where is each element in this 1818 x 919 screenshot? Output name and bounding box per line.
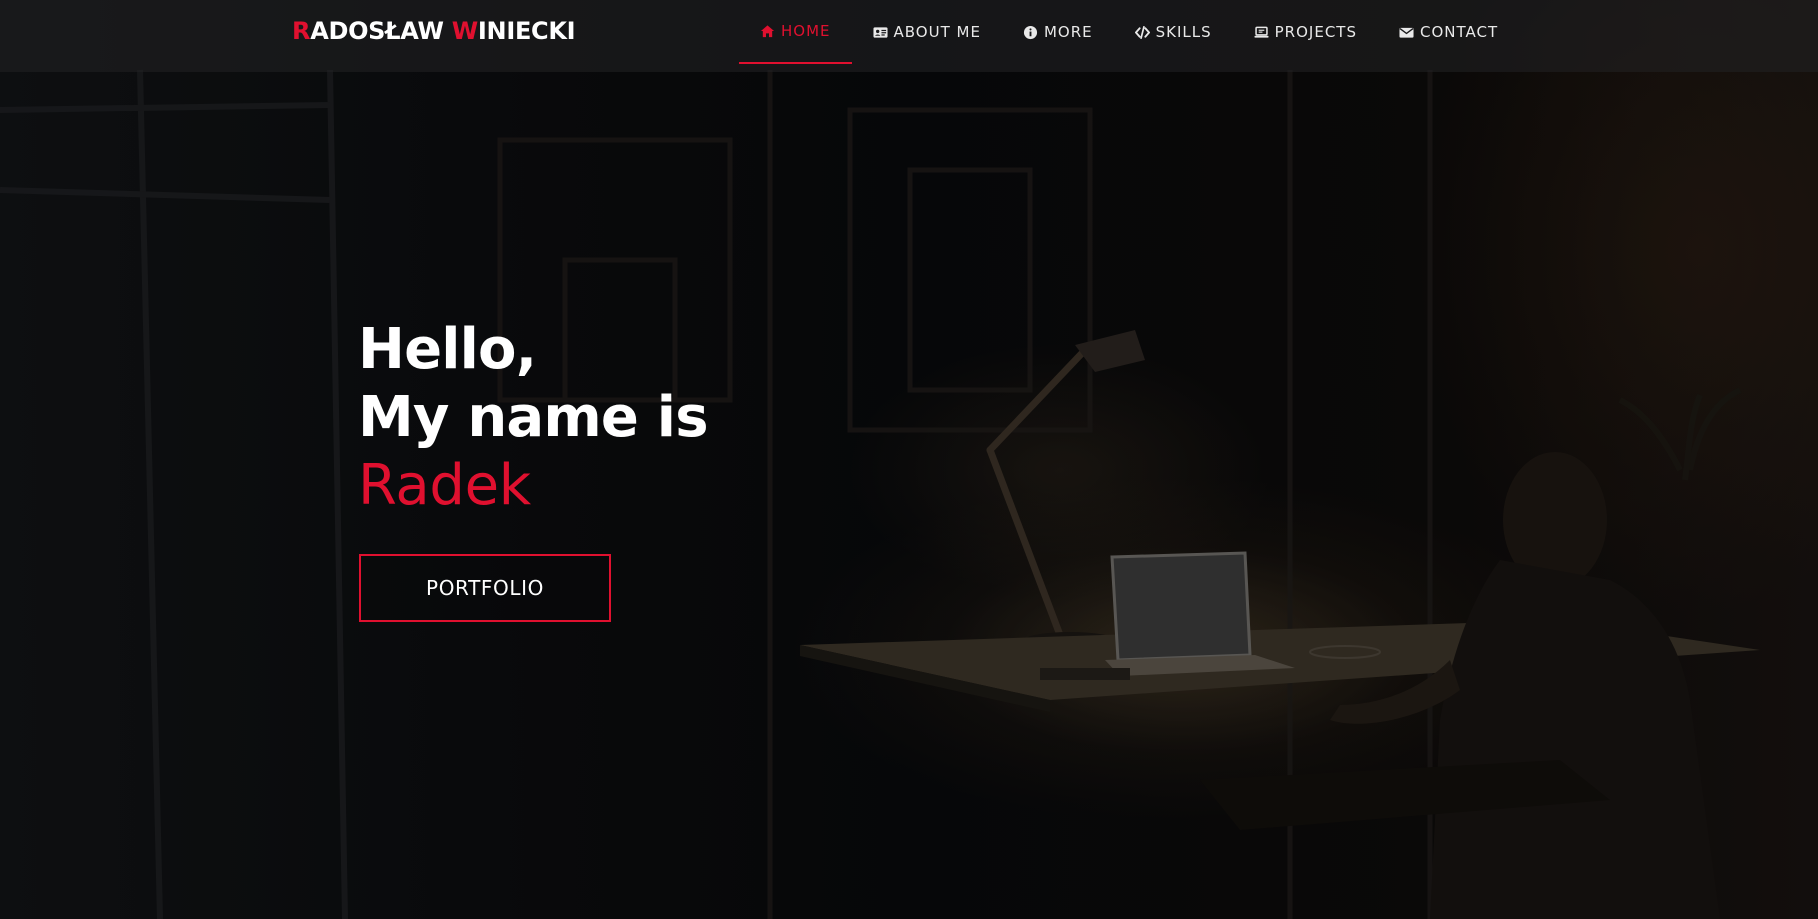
- brand-first-rest: ADOSŁAW: [310, 17, 452, 45]
- portfolio-button[interactable]: PORTFOLIO: [359, 554, 611, 622]
- hero-section: RADOSŁAW WINIECKI HOME ABOUT ME MORE SKI…: [0, 0, 1818, 919]
- code-icon: [1134, 25, 1150, 40]
- brand-first-initial: R: [292, 17, 311, 45]
- nav-label-skills: SKILLS: [1155, 22, 1212, 41]
- nav-item-skills[interactable]: SKILLS: [1114, 0, 1233, 64]
- brand-logo[interactable]: RADOSŁAW WINIECKI: [292, 17, 576, 45]
- id-card-icon: [872, 25, 888, 40]
- nav-item-about-me[interactable]: ABOUT ME: [852, 0, 1002, 64]
- top-navbar: RADOSŁAW WINIECKI HOME ABOUT ME MORE SKI…: [0, 0, 1818, 72]
- nav-label-projects: PROJECTS: [1274, 22, 1357, 41]
- brand-last-rest: INIECKI: [477, 17, 576, 45]
- nav-label-about-me: ABOUT ME: [893, 22, 981, 41]
- hero-intro: My name is: [358, 385, 709, 450]
- info-icon: [1023, 25, 1038, 40]
- hero-greeting: Hello,: [358, 317, 537, 382]
- laptop-icon: [1254, 25, 1269, 40]
- hero-heading: Hello, My name is Radek: [358, 316, 709, 520]
- nav-item-home[interactable]: HOME: [739, 0, 852, 64]
- nav-item-contact[interactable]: CONTACT: [1378, 0, 1519, 64]
- hero-name: Radek: [358, 453, 531, 518]
- home-icon: [760, 24, 775, 39]
- nav-label-home: HOME: [781, 21, 831, 40]
- nav-label-contact: CONTACT: [1419, 22, 1499, 41]
- brand-last-initial: W: [451, 17, 478, 45]
- nav-item-projects[interactable]: PROJECTS: [1233, 0, 1378, 64]
- nav-item-more[interactable]: MORE: [1002, 0, 1114, 64]
- nav-label-more: MORE: [1043, 22, 1093, 41]
- hero-dark-overlay: [0, 0, 1818, 919]
- envelope-icon: [1399, 25, 1414, 40]
- main-nav: HOME ABOUT ME MORE SKILLS PROJECTS CONTA…: [739, 0, 1519, 64]
